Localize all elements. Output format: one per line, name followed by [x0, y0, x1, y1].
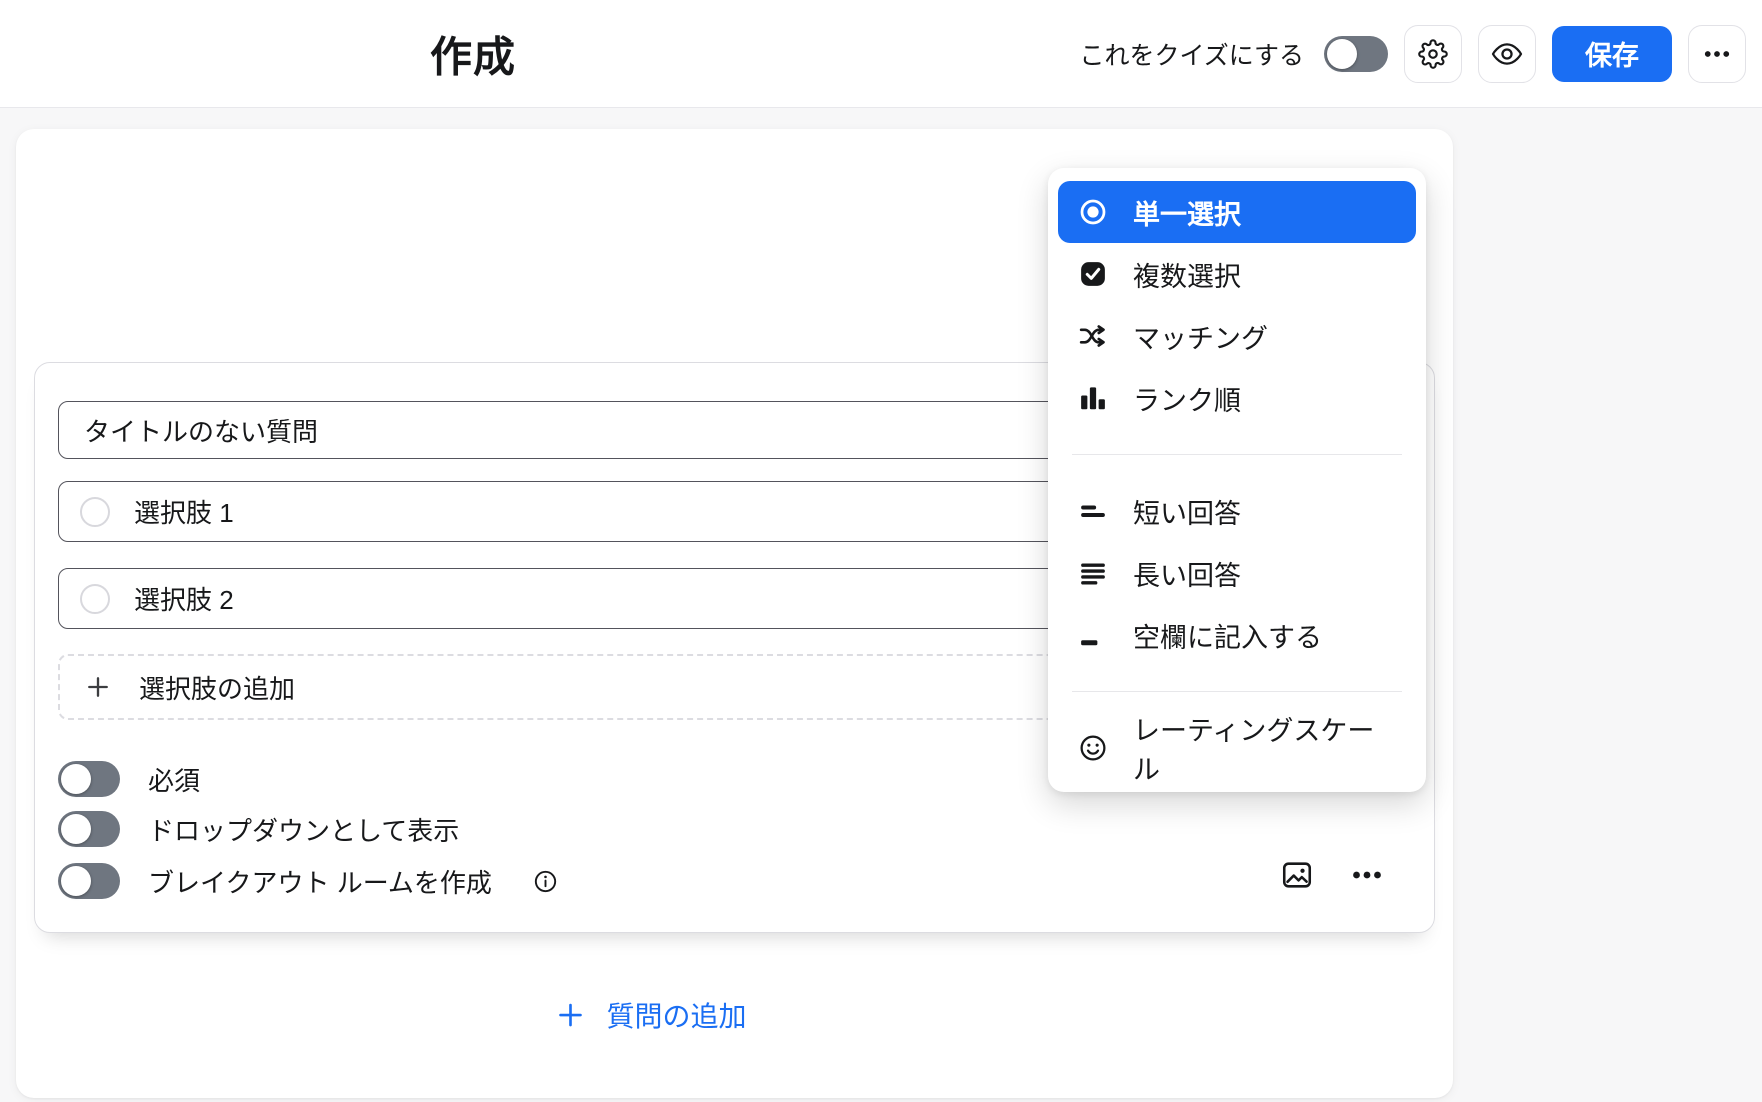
toolbar-actions: これをクイズにする 保存 [1079, 25, 1746, 83]
menu-item-single-choice[interactable]: 単一選択 [1058, 181, 1416, 243]
menu-divider [1072, 691, 1402, 692]
radio-icon [80, 497, 110, 527]
menu-item-label: 複数選択 [1133, 255, 1241, 294]
menu-divider [1072, 454, 1402, 455]
menu-item-label: 短い回答 [1133, 492, 1241, 531]
eye-icon [1491, 38, 1523, 70]
menu-item-label: 長い回答 [1133, 554, 1241, 593]
choice-label: 選択肢 2 [134, 580, 234, 617]
checkbox-icon [1078, 259, 1108, 289]
radio-selected-icon [1078, 197, 1108, 227]
breakout-toggle-row: ブレイクアウト ルームを作成 [58, 863, 559, 899]
menu-item-multiple-choice[interactable]: 複数選択 [1058, 243, 1416, 305]
radio-icon [80, 584, 110, 614]
gear-icon [1418, 39, 1448, 69]
fill-blank-icon [1078, 620, 1108, 650]
preview-button[interactable] [1478, 25, 1536, 83]
required-toggle[interactable] [58, 761, 120, 797]
menu-item-rank-order[interactable]: ランク順 [1058, 367, 1416, 429]
breakout-toggle[interactable] [58, 863, 120, 899]
dropdown-label: ドロップダウンとして表示 [148, 811, 459, 848]
ellipsis-icon [1702, 39, 1732, 69]
menu-item-label: ランク順 [1133, 379, 1241, 418]
menu-item-rating-scale[interactable]: レーティングスケール [1058, 717, 1416, 779]
menu-item-short-answer[interactable]: 短い回答 [1058, 480, 1416, 542]
ellipsis-icon [1350, 858, 1384, 892]
menu-item-label: 単一選択 [1133, 193, 1241, 232]
choice-label: 選択肢 1 [134, 493, 234, 530]
bar-chart-icon [1078, 383, 1108, 413]
required-toggle-row: 必須 [58, 761, 200, 797]
menu-item-label: 空欄に記入する [1133, 616, 1322, 655]
more-button[interactable] [1688, 25, 1746, 83]
long-answer-icon [1078, 558, 1108, 588]
dropdown-toggle[interactable] [58, 811, 120, 847]
dropdown-toggle-row: ドロップダウンとして表示 [58, 811, 459, 847]
image-icon [1280, 858, 1314, 892]
breakout-label: ブレイクアウト ルームを作成 [148, 863, 492, 900]
short-answer-icon [1078, 496, 1108, 526]
page-title: 作成 [430, 23, 516, 84]
add-image-button[interactable] [1280, 858, 1314, 892]
quiz-toggle[interactable] [1324, 36, 1388, 72]
menu-item-label: レーティングスケール [1133, 709, 1396, 787]
question-footer-actions [1280, 858, 1384, 892]
quiz-toggle-label: これをクイズにする [1079, 36, 1304, 72]
save-button[interactable]: 保存 [1552, 26, 1672, 82]
required-label: 必須 [148, 761, 200, 798]
menu-item-label: マッチング [1133, 317, 1268, 356]
question-type-menu: 単一選択 複数選択 マッチング [1048, 168, 1426, 792]
plus-icon [84, 673, 112, 701]
shuffle-icon [1078, 321, 1108, 351]
top-toolbar: 作成 これをクイズにする 保存 [0, 0, 1762, 108]
smiley-icon [1078, 733, 1108, 763]
add-question-label: 質問の追加 [606, 995, 746, 1035]
menu-item-fill-blank[interactable]: 空欄に記入する [1058, 604, 1416, 666]
add-choice-label: 選択肢の追加 [139, 669, 295, 706]
add-question-button[interactable]: 質問の追加 [555, 995, 746, 1035]
plus-icon [555, 1000, 585, 1030]
info-icon[interactable] [532, 868, 559, 895]
menu-item-long-answer[interactable]: 長い回答 [1058, 542, 1416, 604]
settings-button[interactable] [1404, 25, 1462, 83]
question-more-button[interactable] [1350, 858, 1384, 892]
menu-item-matching[interactable]: マッチング [1058, 305, 1416, 367]
